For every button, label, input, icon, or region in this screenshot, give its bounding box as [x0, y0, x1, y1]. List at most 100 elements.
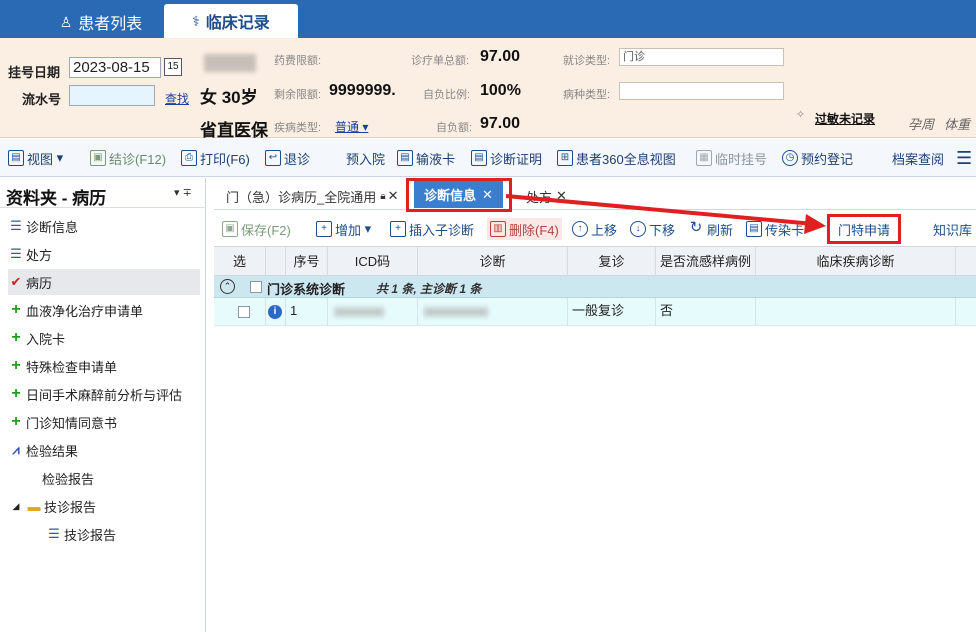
- return-visit-button[interactable]: ↩ 退诊: [265, 147, 310, 169]
- folder-icon: ▬: [27, 498, 41, 514]
- disease-type-label: 疾病类型:: [274, 122, 322, 134]
- tab-prescription[interactable]: 处方 ✕: [526, 184, 567, 208]
- folder-item-label: 入院卡: [26, 331, 66, 347]
- patient-360-label: 患者360全息视图: [576, 151, 676, 167]
- delete-label: 删除(F4): [509, 222, 559, 238]
- folder-item-label: 技诊报告: [64, 527, 117, 543]
- row-clinical[interactable]: [756, 298, 956, 326]
- serial-input[interactable]: [69, 85, 155, 106]
- visit-type-field[interactable]: 门诊: [619, 48, 784, 66]
- col-clinical[interactable]: 临床疾病诊断: [756, 247, 956, 277]
- tab-patient-list-label: 患者列表: [78, 16, 143, 33]
- trash-icon: ▥: [490, 221, 506, 237]
- tab-outpatient-record[interactable]: 门（急）诊病历_全院通用 🔒︎ ✕: [226, 184, 398, 208]
- return-icon: ↩: [265, 150, 281, 166]
- knowledge-base-button[interactable]: 知识库: [933, 218, 972, 240]
- refresh-button[interactable]: ↻ 刷新: [688, 218, 733, 240]
- folder-panel-header: 资料夹 - 病历 ▾ ∓: [0, 178, 206, 208]
- close-icon[interactable]: ✕: [556, 188, 567, 204]
- delete-button[interactable]: ▥ 删除(F4): [487, 218, 562, 240]
- col-flu[interactable]: 是否流感样病例: [656, 247, 756, 277]
- folder-item-tech-report-group[interactable]: ◢ ▬ 技诊报告: [8, 493, 200, 519]
- folder-item-admission-card[interactable]: + 入院卡: [8, 325, 200, 351]
- group-row[interactable]: ⌃ 门诊系统诊断 共 1 条, 主诊断 1 条: [214, 276, 976, 298]
- save-button[interactable]: ▣ 保存(F2): [222, 218, 291, 240]
- folder-item-day-surgery[interactable]: + 日间手术麻醉前分析与评估: [8, 381, 200, 407]
- folder-item-label: 技诊报告: [44, 499, 97, 515]
- folder-item-diagnosis[interactable]: ☰ 诊断信息: [8, 213, 200, 239]
- plus-icon: +: [11, 301, 21, 318]
- table-row[interactable]: i 1 一般复诊 否: [214, 298, 976, 326]
- tab-patient-list[interactable]: ♙ 患者列表: [46, 6, 156, 38]
- infectious-card-button[interactable]: ▤ 传染卡: [746, 218, 804, 240]
- special-outpatient-apply-button[interactable]: 门特申请: [827, 214, 902, 244]
- move-up-button[interactable]: ↑ 上移: [572, 218, 617, 240]
- appointment-button[interactable]: ◷ 预约登记: [782, 147, 853, 169]
- folder-item-consent[interactable]: + 门诊知情同意书: [8, 409, 200, 435]
- plus-icon: +: [11, 329, 21, 346]
- group-checkbox[interactable]: [250, 281, 262, 293]
- disease-type-dropdown[interactable]: 普通 ▾: [335, 118, 368, 135]
- row-diagnosis-cell[interactable]: [418, 298, 568, 326]
- finish-visit-button[interactable]: ▣ 结诊(F12): [90, 147, 166, 169]
- archive-button[interactable]: 档案查阅: [892, 147, 944, 169]
- patient-360-button[interactable]: ⊞ 患者360全息视图: [557, 147, 676, 169]
- folder-item-record[interactable]: ✔ 病历: [8, 269, 200, 295]
- folder-item-label: 血液净化治疗申请单: [26, 303, 144, 319]
- clock-icon: ◷: [782, 150, 798, 166]
- col-diagnosis[interactable]: 诊断: [418, 247, 568, 277]
- disease-kind-label: 病种类型:: [563, 89, 611, 101]
- folder-item-label: 门诊知情同意书: [26, 415, 118, 431]
- disease-kind-field[interactable]: [619, 82, 784, 100]
- move-down-button[interactable]: ↓ 下移: [630, 218, 675, 240]
- row-icd-cell[interactable]: [328, 298, 418, 326]
- insert-icon: +: [390, 221, 406, 237]
- save-icon: ▣: [222, 221, 238, 237]
- panel-menu-icon[interactable]: ▾ ∓: [174, 186, 192, 199]
- refresh-icon: ↻: [689, 219, 703, 236]
- folder-item-label: 检验报告: [42, 471, 95, 487]
- insert-sub-label: 插入子诊断: [409, 222, 475, 238]
- arrow-up-icon: ↑: [572, 221, 588, 237]
- folder-item-lab-report[interactable]: 检验报告: [8, 465, 200, 491]
- view-button[interactable]: ▤ 视图 ▾: [8, 147, 63, 169]
- row-seq: 1: [286, 298, 328, 326]
- collapse-icon[interactable]: ⌃: [220, 279, 235, 294]
- calendar-icon[interactable]: 15: [164, 58, 182, 76]
- folder-item-blood-purification[interactable]: + 血液净化治疗申请单: [8, 297, 200, 323]
- refresh-label: 刷新: [707, 222, 734, 238]
- pre-admit-button[interactable]: 预入院: [346, 147, 385, 169]
- special-apply-label: 门特申请: [838, 222, 891, 238]
- tab-prescription-label: 处方: [526, 189, 553, 205]
- lookup-link[interactable]: 查找: [165, 90, 189, 107]
- diagnosis-cert-button[interactable]: ▤ 诊断证明: [471, 147, 542, 169]
- close-icon[interactable]: ✕: [388, 188, 399, 204]
- folder-item-label: 诊断信息: [26, 219, 79, 235]
- row-flu[interactable]: 否: [656, 298, 756, 326]
- more-menu-icon[interactable]: ☰: [956, 147, 972, 169]
- folder-item-prescription[interactable]: ☰ 处方: [8, 241, 200, 267]
- temp-register-button[interactable]: ▦ 临时挂号: [696, 147, 767, 169]
- insert-sub-diagnosis-button[interactable]: + 插入子诊断: [390, 218, 474, 240]
- info-icon[interactable]: i: [268, 304, 282, 319]
- move-up-label: 上移: [591, 222, 618, 238]
- infusion-card-button[interactable]: ▤ 输液卡: [397, 147, 455, 169]
- add-button[interactable]: + 增加 ▾: [316, 218, 371, 240]
- reg-date-input[interactable]: 2023-08-15: [69, 57, 161, 78]
- col-select[interactable]: 选: [214, 247, 266, 277]
- row-checkbox[interactable]: [237, 305, 250, 318]
- self-amount-value: 97.00: [480, 115, 521, 132]
- allergy-link[interactable]: 过敏未记录: [815, 110, 875, 127]
- tab-clinical-record[interactable]: ⚕ 临床记录: [164, 4, 298, 38]
- col-revisit[interactable]: 复诊: [568, 247, 656, 277]
- row-revisit[interactable]: 一般复诊: [568, 298, 656, 326]
- folder-item-lab-results[interactable]: ⩘ 检验结果: [8, 437, 200, 463]
- col-icd[interactable]: ICD码: [328, 247, 418, 277]
- print-button[interactable]: ⎙ 打印(F6): [181, 147, 250, 169]
- folder-item-tech-report[interactable]: ☰ 技诊报告: [8, 521, 200, 547]
- col-seq[interactable]: 序号: [286, 247, 328, 277]
- folder-item-special-exam[interactable]: + 特殊检查申请单: [8, 353, 200, 379]
- appointment-label: 预约登记: [801, 151, 854, 167]
- group-title: 门诊系统诊断: [267, 282, 346, 297]
- collapse-triangle-icon[interactable]: ◢: [8, 501, 24, 512]
